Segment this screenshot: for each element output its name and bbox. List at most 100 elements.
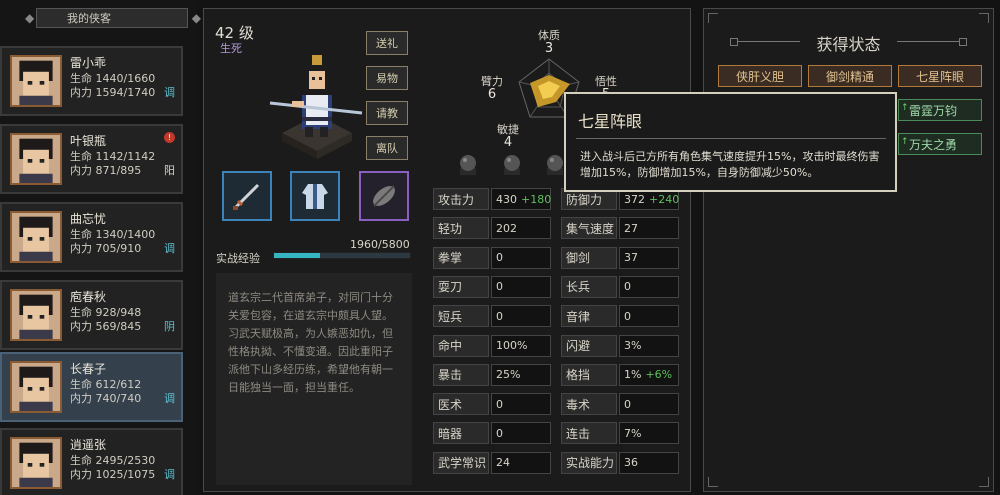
stat-name: 医术 — [433, 393, 489, 416]
bio-box: 道玄宗二代首席弟子，对同门十分关爱包容，在道玄宗中颇具人望。习武天赋极高，为人嫉… — [216, 273, 412, 485]
chevron-left-icon[interactable]: ◆ — [25, 11, 34, 25]
hero-tag: 阴 — [164, 320, 175, 333]
hero-name: 庖春秋 — [70, 290, 107, 304]
trade-button[interactable]: 易物 — [366, 66, 408, 90]
hero-name: 曲忘忧 — [70, 212, 107, 226]
title-divider — [897, 41, 959, 42]
consult-button[interactable]: 请教 — [366, 101, 408, 125]
hero-card[interactable]: 叶银瓶 生命 1142/1142 内力 871/895 阳! — [0, 124, 183, 194]
stat-value-box: 36 — [619, 451, 679, 474]
roster-tab[interactable]: ◆ 我的侠客 ◆ — [25, 8, 201, 28]
hero-portrait — [10, 55, 62, 107]
status-badge-label: 万夫之勇 — [909, 137, 958, 152]
bio-text: 道玄宗二代首席弟子，对同门十分关爱包容，在道玄宗中颇具人望。习武天赋极高，为人嫉… — [228, 289, 400, 397]
stat-value-box: 0 — [491, 422, 551, 445]
stat-name: 命中 — [433, 334, 489, 357]
status-badge-label: 御剑精通 — [825, 69, 874, 84]
skill-slot-icon[interactable] — [544, 152, 566, 176]
hero-card[interactable]: 雷小乖 生命 1440/1660 内力 1594/1740 调 — [0, 46, 183, 116]
weapon-slot[interactable] — [222, 171, 272, 221]
stat-name: 格挡 — [561, 363, 617, 386]
stat-bonus: +240 — [649, 192, 680, 206]
status-badge-leitingwanjun[interactable]: ↑ 雷霆万钧 — [898, 99, 982, 121]
stat-value: 0 — [624, 309, 631, 323]
bio-paragraph: 道玄宗二代首席弟子，对同门十分关爱包容，在道玄宗中颇具人望。 — [228, 291, 393, 322]
stat-name: 短兵 — [433, 305, 489, 328]
frame-corner — [979, 13, 989, 23]
hero-portrait — [10, 289, 62, 341]
stat-value-box: 7% — [619, 422, 679, 445]
hero-tag: 调 — [164, 392, 175, 405]
hero-mana: 内力 740/740 — [70, 392, 142, 405]
hero-card[interactable]: 逍遥张 生命 2495/2530 内力 1025/1075 调 — [0, 428, 183, 495]
stat-bonus: +6% — [645, 368, 673, 382]
status-badge-wanfuzhiyong[interactable]: ↑ 万夫之勇 — [898, 133, 982, 155]
stat-name: 拳掌 — [433, 246, 489, 269]
roster-tab-label: 我的侠客 — [67, 12, 111, 25]
stat-value: 27 — [624, 221, 638, 235]
stat-value-box: 1% +6% — [619, 363, 679, 386]
stat-name: 长兵 — [561, 275, 617, 298]
status-badge-qixingzhenyan[interactable]: 七星阵眼 — [898, 65, 982, 87]
hero-tag: 阳 — [164, 164, 175, 177]
hero-name: 雷小乖 — [70, 56, 107, 70]
stat-value: 0 — [624, 397, 631, 411]
status-badge-xiaganyidan[interactable]: 侠肝义胆 — [718, 65, 802, 87]
stat-name: 御剑 — [561, 246, 617, 269]
bio-paragraph: 习武天赋极高，为人嫉恶如仇，但性格执拗、不懂变通。因此重阳子派他下山多经历练，希… — [228, 327, 393, 394]
stat-name: 攻击力 — [433, 188, 489, 210]
stat-value: 7% — [624, 426, 642, 440]
hero-portrait — [10, 211, 62, 263]
sword-icon — [233, 183, 260, 210]
status-badge-label: 雷霆万钧 — [909, 103, 958, 118]
stat-value-box: 430 +180 — [491, 188, 551, 210]
skill-slot-icon[interactable] — [501, 152, 523, 176]
hero-mana: 内力 705/910 — [70, 242, 142, 255]
leaf-icon — [373, 185, 395, 207]
stat-value: 25% — [496, 368, 521, 382]
stat-value: 24 — [496, 456, 510, 470]
stat-value: 372 — [624, 192, 645, 206]
stat-value: 100% — [496, 339, 528, 352]
exp-bar-fill — [274, 253, 320, 258]
hero-portrait — [10, 437, 62, 489]
stat-value: 0 — [496, 397, 503, 411]
stat-value: 0 — [496, 309, 503, 323]
robe-icon — [302, 184, 328, 209]
hero-card[interactable]: 长春子 生命 612/612 内力 740/740 调 — [0, 352, 183, 422]
hero-tag: 调 — [164, 468, 175, 481]
hero-tag: 调 — [164, 242, 175, 255]
tooltip-body: 进入战斗后己方所有角色集气速度提升15%，攻击时最终伤害增加15%，防御增加15… — [580, 150, 880, 179]
stat-value: 36 — [624, 456, 638, 470]
stat-value: 0 — [624, 280, 631, 294]
gift-button[interactable]: 送礼 — [366, 31, 408, 55]
stat-name: 暗器 — [433, 422, 489, 445]
leave-party-button[interactable]: 离队 — [366, 136, 408, 160]
hero-name: 叶银瓶 — [70, 134, 107, 148]
chevron-right-icon[interactable]: ◆ — [192, 11, 201, 25]
stat-value-box: 0 — [491, 246, 551, 269]
status-badge-label: 七星阵眼 — [915, 69, 964, 84]
stat-name: 毒术 — [561, 393, 617, 416]
hero-mana: 内力 1025/1075 — [70, 468, 156, 481]
armor-slot[interactable] — [290, 171, 340, 221]
stat-value: 0 — [496, 280, 503, 294]
frame-corner — [979, 477, 989, 487]
radar-value-strength: 6 — [487, 87, 497, 102]
exp-bar — [273, 252, 411, 259]
stat-value: 0 — [496, 426, 503, 440]
arrow-up-icon: ↑ — [901, 103, 909, 113]
status-badge-yujianjingtong[interactable]: 御剑精通 — [808, 65, 892, 87]
hero-portrait — [10, 361, 62, 413]
stat-name: 耍刀 — [433, 275, 489, 298]
skill-slot-icon[interactable] — [457, 152, 479, 176]
hero-mana: 内力 569/845 — [70, 320, 142, 333]
hero-card[interactable]: 庖春秋 生命 928/948 内力 569/845 阴 — [0, 280, 183, 350]
stat-value-box: 0 — [491, 275, 551, 298]
hero-roster: ◆ 我的侠客 ◆ 雷小乖 生命 1440/1660 内力 1594/1740 调叶银瓶… — [0, 0, 201, 495]
stat-value: 3% — [624, 339, 642, 352]
stat-value: 0 — [496, 251, 503, 265]
stat-value-box: 3% — [619, 334, 679, 357]
hero-card[interactable]: 曲忘忧 生命 1340/1400 内力 705/910 调 — [0, 202, 183, 272]
accessory-slot[interactable] — [359, 171, 409, 221]
